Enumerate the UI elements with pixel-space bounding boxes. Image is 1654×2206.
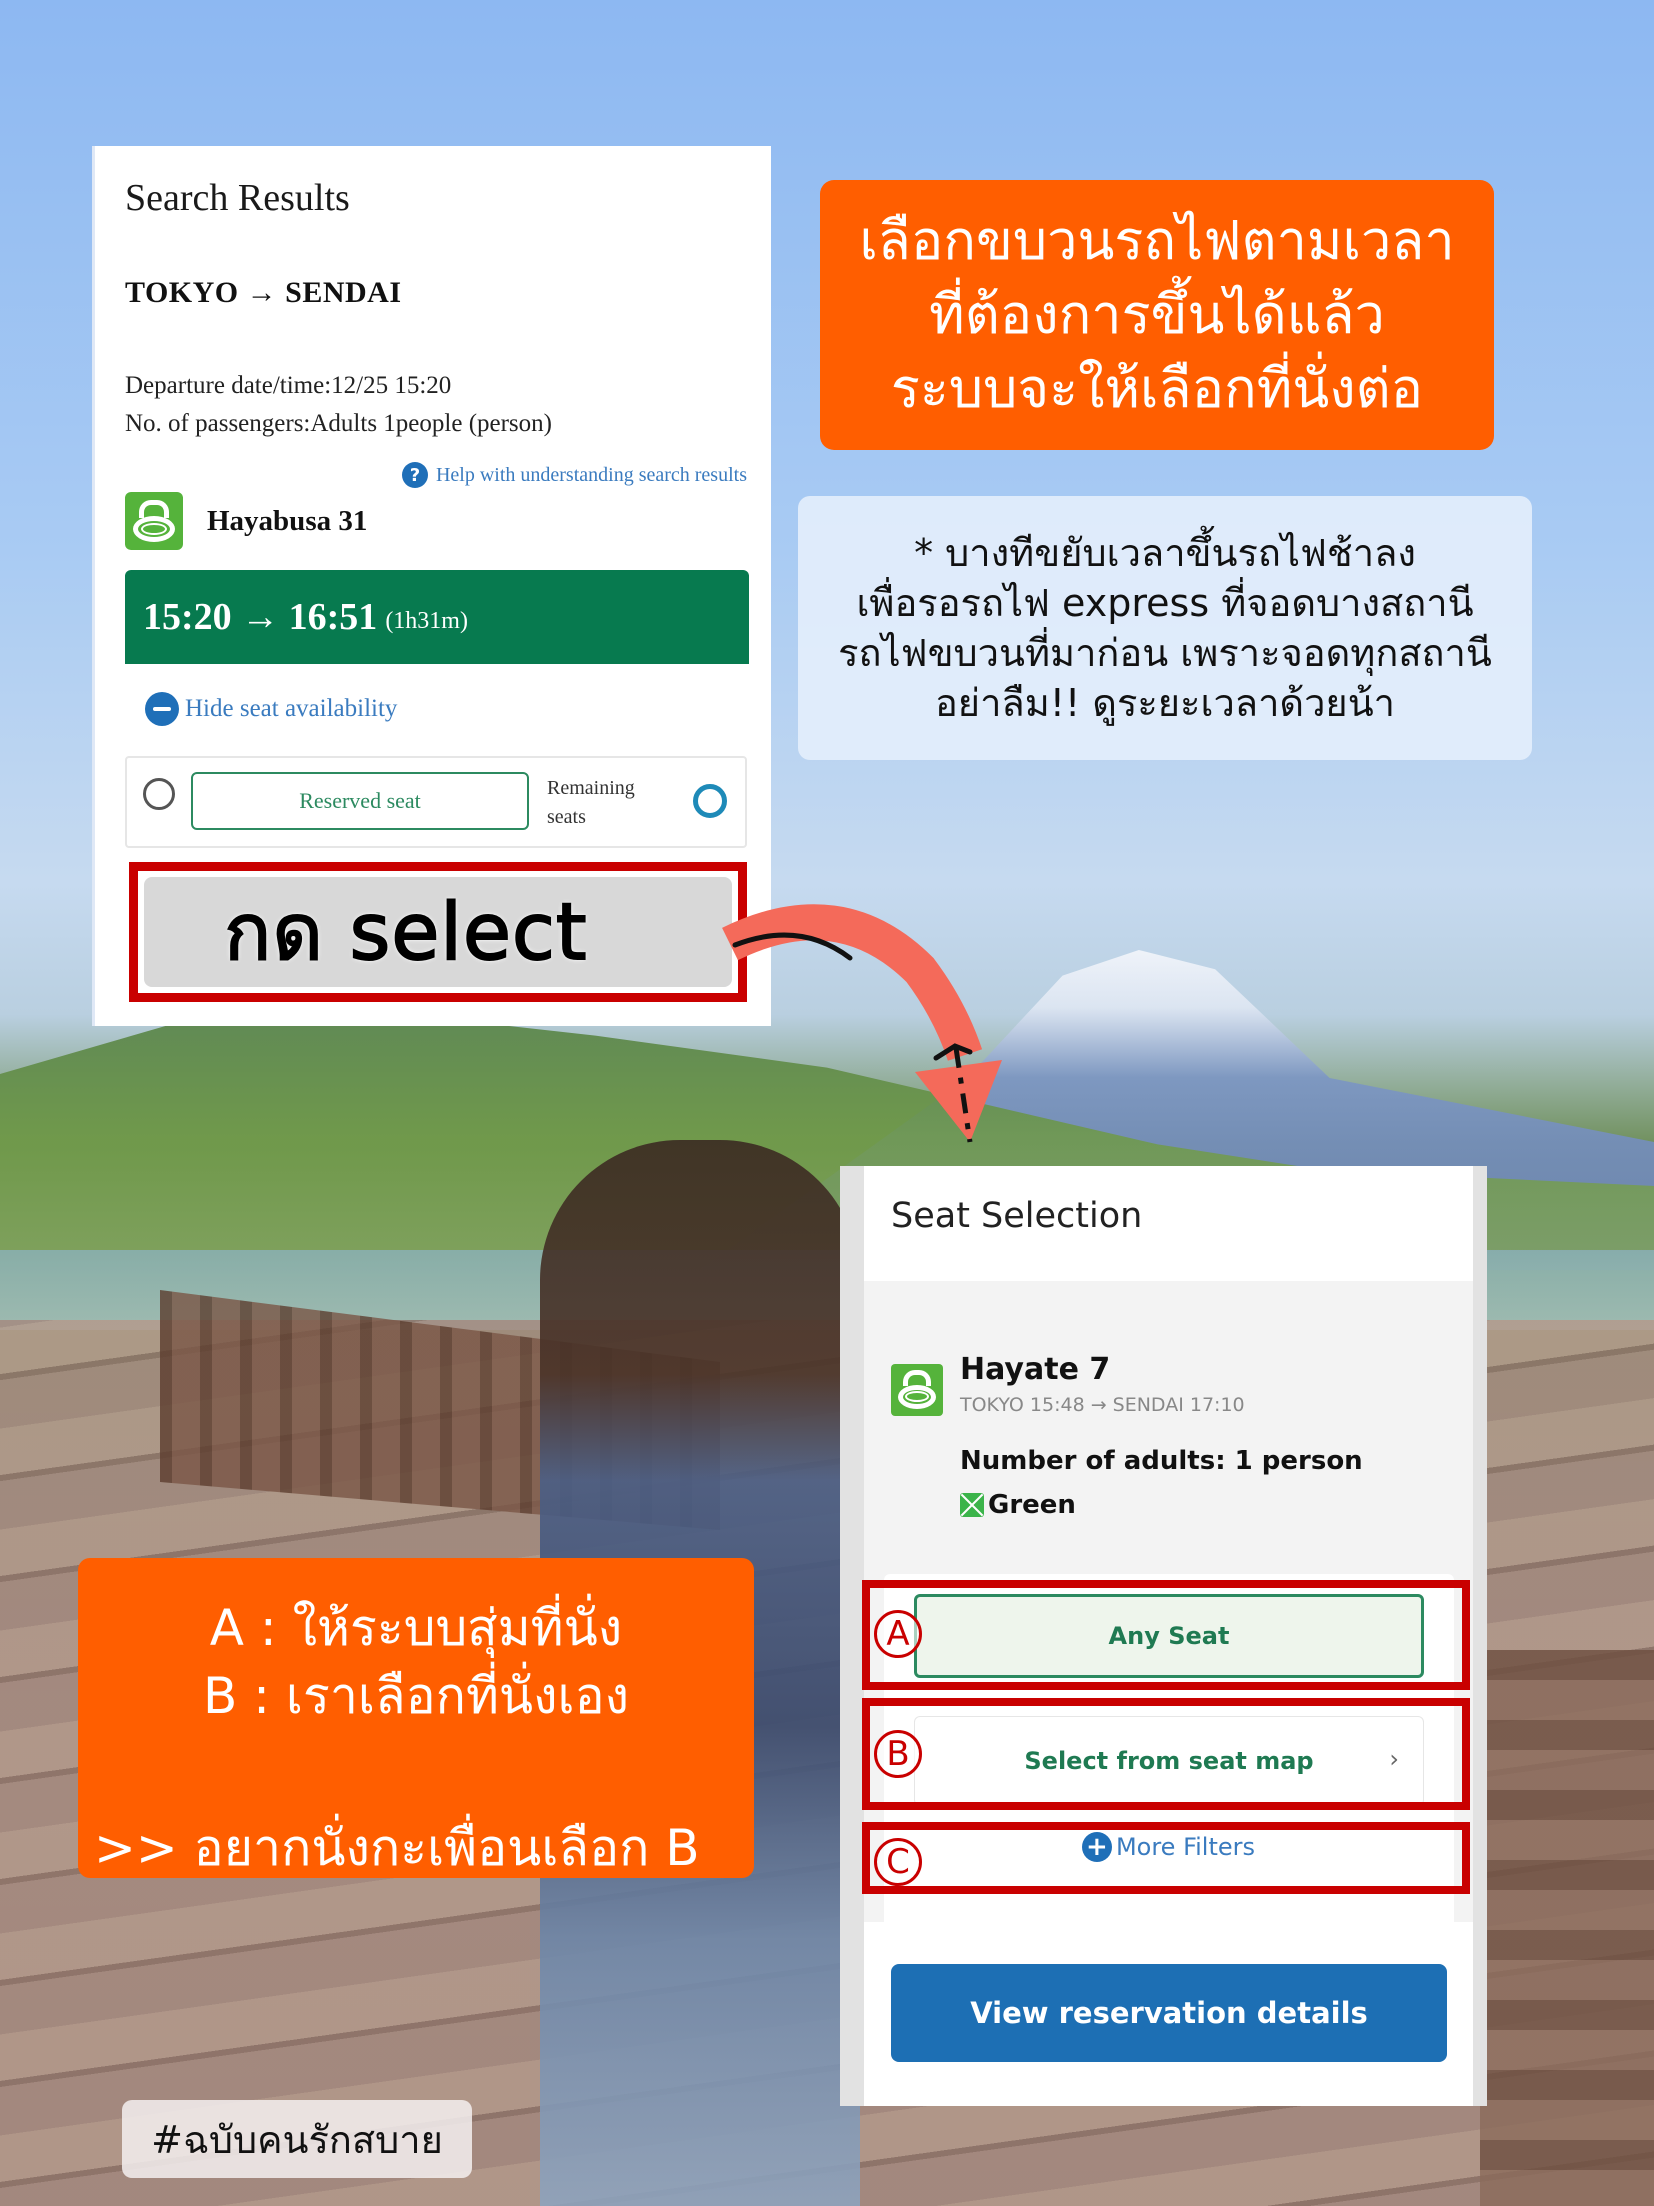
time-range: 15:20 → 16:51 — [143, 596, 378, 638]
remaining-seats-label: Remaining seats — [547, 777, 635, 828]
curved-arrow-icon — [722, 904, 1002, 1143]
green-car-icon — [960, 1493, 984, 1517]
railing-right-background — [1480, 1650, 1654, 2206]
option-b-explanation: B : เราเลือกที่นั่งเอง — [202, 1667, 630, 1725]
help-link-label: Help with understanding search results — [435, 463, 747, 486]
callout-line: ระบบจะให้เลือกที่นั่งต่อ — [890, 357, 1424, 420]
passenger-info: No. of passengers:Adults 1people (person… — [125, 410, 552, 437]
seat-selection-title: Seat Selection — [891, 1196, 1143, 1236]
seat-selection-panel: Seat Selection Hayate 7 TOKYO 15:48 → SE… — [840, 1166, 1487, 2106]
help-link[interactable]: ? Help with understanding search results — [401, 462, 747, 488]
trip-duration: (1h31m) — [385, 607, 468, 634]
callout-line: ที่ต้องการขึ้นได้แล้ว — [929, 283, 1385, 346]
car-class-label: Green — [988, 1490, 1076, 1520]
car-class: Green — [960, 1490, 1076, 1520]
train-name: Hayabusa 31 — [207, 504, 368, 537]
tip-note: * บางทีขยับเวลาขึ้นรถไฟช้าลง เพื่อรอรถไฟ… — [798, 496, 1532, 760]
hide-seat-label: Hide seat availability — [185, 695, 398, 722]
route-heading: TOKYO → SENDAI — [125, 276, 402, 309]
note-line: เพื่อรอรถไฟ express ที่จอดบางสถานี — [856, 581, 1474, 625]
train-icon — [891, 1364, 943, 1416]
search-results-title: Search Results — [125, 177, 350, 219]
note-line: รถไฟขบวนที่มาก่อน เพราะจอดทุกสถานี — [838, 631, 1492, 675]
callout-line: เลือกขบวนรถไฟตามเวลา — [859, 209, 1455, 272]
marker-c: C — [874, 1838, 922, 1886]
highlight-frame-c: C — [862, 1822, 1470, 1894]
note-line: อย่าลืม!! ดูระยะเวลาด้วยน้า — [934, 681, 1396, 725]
seat-selection-header: Seat Selection — [864, 1166, 1473, 1281]
train-name: Hayate 7 — [960, 1352, 1111, 1387]
recommendation-tip: >> อยากนั่งกะเพื่อนเลือก B — [94, 1819, 700, 1877]
train-header: Hayabusa 31 — [125, 492, 367, 550]
minus-circle-icon — [145, 692, 179, 726]
note-line: * บางทีขยับเวลาขึ้นรถไฟช้าลง — [914, 531, 1416, 575]
railing-background — [160, 1290, 720, 1530]
train-route: TOKYO 15:48 → SENDAI 17:10 — [960, 1394, 1245, 1416]
instruction-callout: เลือกขบวนรถไฟตามเวลา ที่ต้องการขึ้นได้แล… — [820, 180, 1494, 450]
time-bar: 15:20 → 16:51 (1h31m) — [125, 570, 749, 664]
hashtag-label: #ฉบับคนรักสบาย — [122, 2100, 472, 2178]
reserved-seat-button[interactable]: Reserved seat — [191, 772, 529, 830]
seat-type-radio[interactable] — [143, 778, 175, 810]
marker-a: A — [874, 1610, 922, 1658]
option-a-explanation: A : ให้ระบบสุ่มที่นั่ง — [209, 1599, 623, 1657]
highlight-frame-b: B — [862, 1698, 1470, 1810]
train-icon — [125, 492, 183, 550]
view-reservation-details-button[interactable]: View reservation details — [891, 1964, 1447, 2062]
seat-type-row: Reserved seat Remaining seats — [125, 756, 747, 848]
select-button-label: กด select — [223, 887, 588, 979]
hide-seat-availability-toggle[interactable]: Hide seat availability — [145, 692, 397, 726]
marker-b: B — [874, 1730, 922, 1778]
search-results-panel: Search Results TOKYO → SENDAI Departure … — [92, 146, 771, 1026]
options-explanation-callout: A : ให้ระบบสุ่มที่นั่ง B : เราเลือกที่นั… — [78, 1558, 754, 1878]
highlight-frame-a: A — [862, 1580, 1470, 1690]
select-button[interactable]: กด select — [144, 877, 732, 987]
question-circle-icon: ? — [401, 462, 428, 488]
select-highlight-frame: กด select — [129, 862, 747, 1002]
departure-info: Departure date/time:12/25 15:20 — [125, 372, 452, 399]
adult-count: Number of adults: 1 person — [960, 1446, 1363, 1476]
availability-circle-icon — [693, 784, 727, 818]
